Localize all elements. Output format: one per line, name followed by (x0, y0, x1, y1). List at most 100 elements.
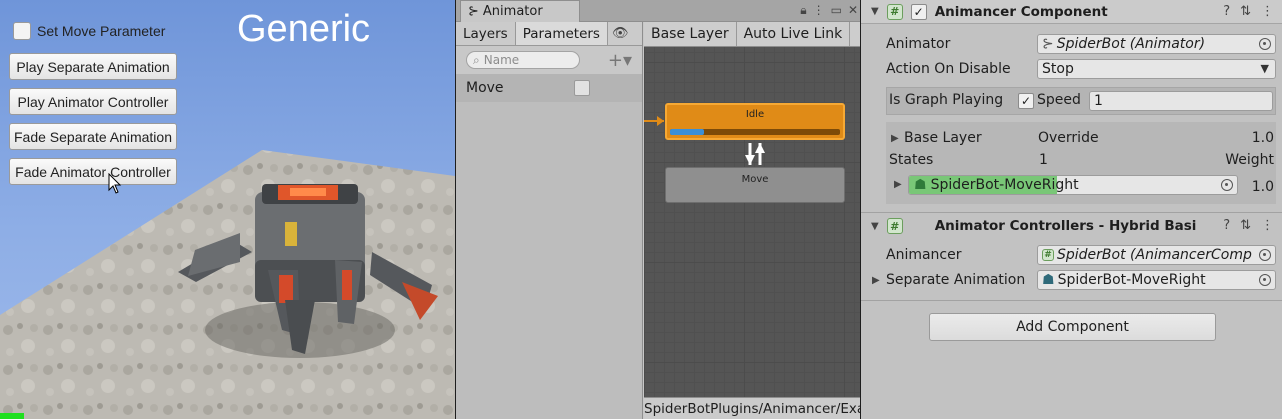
speed-label: Speed (1037, 92, 1081, 108)
search-placeholder: Name (483, 53, 520, 67)
base-layer-breadcrumb[interactable]: Base Layer (644, 22, 737, 46)
speed-field[interactable]: 1 (1089, 91, 1273, 111)
animator-object-field[interactable]: ⊱ SpiderBot (Animator) (1037, 34, 1276, 54)
is-graph-playing-checkbox[interactable]: ✓ (1018, 93, 1034, 109)
component-enabled-checkbox[interactable]: ✓ (910, 3, 927, 20)
state-move-label: Move (741, 174, 769, 185)
lock-icon[interactable]: 🔒︎ (800, 3, 806, 18)
context-menu-icon[interactable]: ⋮ (1261, 218, 1274, 233)
animation-clip-icon: ☗ (1042, 272, 1055, 288)
component-divider (861, 212, 1282, 213)
animator-icon: ⊱ (1042, 36, 1054, 52)
foldout-collapsed-icon[interactable]: ▶ (891, 133, 899, 144)
state-graph-panel: Base Layer Auto Live Link Idle Move Spid… (644, 22, 860, 419)
separate-animation-value: SpiderBot-MoveRight (1057, 272, 1206, 288)
hybrid-basics-component-header[interactable]: ▼ # Animator Controllers - Hybrid Basi ?… (861, 214, 1282, 238)
action-on-disable-label: Action On Disable (886, 61, 1011, 77)
parameter-search-input[interactable]: ⌕ Name (466, 51, 580, 69)
animator-window: ⊱ Animator 🔒︎ ⋮ ▭ ✕ Layers Parameters 👁︎… (455, 0, 860, 419)
preset-icon[interactable]: ⇅ (1240, 4, 1251, 19)
animator-tabbar: ⊱ Animator 🔒︎ ⋮ ▭ ✕ (456, 0, 860, 22)
base-layer-label: Base Layer (904, 130, 982, 146)
component-header-icons: ? ⇅ ⋮ (1223, 4, 1274, 19)
entry-arrow-icon (657, 116, 664, 126)
foldout-collapsed-icon[interactable]: ▶ (872, 275, 880, 286)
state-node-move[interactable]: Move (665, 167, 845, 203)
animancer-component-title: Animancer Component (934, 3, 1108, 20)
base-layer-row[interactable]: ▶ Base Layer Override 1.0 (861, 127, 1282, 149)
animancer-property: Animancer # SpiderBot (AnimancerComp (861, 244, 1282, 266)
parameter-row[interactable]: Move (456, 74, 642, 102)
speed-value: 1 (1094, 93, 1103, 109)
animator-icon: ⊱ (468, 4, 479, 19)
maximize-icon[interactable]: ▭ (831, 3, 842, 18)
help-icon[interactable]: ? (1223, 218, 1230, 233)
component-divider (861, 300, 1282, 301)
mouse-cursor-icon (108, 173, 122, 194)
state-node-idle[interactable]: Idle (665, 103, 845, 140)
set-move-parameter-checkbox[interactable] (13, 22, 31, 40)
parameters-panel: Layers Parameters 👁︎ ⌕ Name +▾ Move (456, 22, 643, 419)
tab-layers[interactable]: Layers (456, 22, 516, 45)
state-foldout-icon[interactable]: ▶ (894, 179, 902, 190)
foldout-expanded-icon[interactable]: ▼ (871, 6, 879, 17)
state-weight: 1.0 (1251, 179, 1274, 195)
action-on-disable-dropdown[interactable]: Stop ▼ (1037, 59, 1276, 79)
parameter-bool-checkbox[interactable] (574, 80, 590, 96)
animation-state-content: ☗ SpiderBot-MoveRight (914, 177, 1079, 193)
animator-label: Animator (886, 36, 951, 52)
animancer-component-header[interactable]: ▼ # ✓ Animancer Component ? ⇅ ⋮ (861, 0, 1282, 24)
help-icon[interactable]: ? (1223, 4, 1230, 19)
object-picker-icon[interactable] (1259, 249, 1271, 261)
object-picker-icon[interactable] (1259, 38, 1271, 50)
separate-animation-object-field[interactable]: ☗ SpiderBot-MoveRight (1037, 270, 1276, 290)
animator-tab[interactable]: ⊱ Animator (460, 0, 580, 22)
add-parameter-icon[interactable]: +▾ (608, 50, 632, 71)
preset-icon[interactable]: ⇅ (1240, 218, 1251, 233)
animancer-label: Animancer (886, 247, 962, 263)
parameter-name: Move (466, 80, 504, 96)
animancer-object-field[interactable]: # SpiderBot (AnimancerComp (1037, 245, 1276, 265)
foldout-expanded-icon[interactable]: ▼ (871, 221, 879, 232)
search-icon: ⌕ (473, 52, 480, 67)
context-menu-icon[interactable]: ⋮ (1261, 4, 1274, 19)
close-icon[interactable]: ✕ (848, 3, 858, 18)
separate-animation-label: Separate Animation (886, 272, 1026, 288)
object-picker-icon[interactable] (1221, 179, 1233, 191)
is-graph-playing-label: Is Graph Playing (889, 92, 1004, 108)
eye-icon[interactable]: 👁︎ (608, 22, 633, 45)
inspector-panel: ▼ # ✓ Animancer Component ? ⇅ ⋮ Animator… (860, 0, 1282, 419)
layer-mode: Override (1038, 130, 1099, 146)
animation-clip-icon: ☗ (914, 177, 927, 193)
state-idle-label: Idle (745, 109, 765, 120)
state-machine-canvas[interactable]: Idle Move (644, 47, 860, 397)
component-header-icons: ? ⇅ ⋮ (1223, 218, 1274, 233)
action-on-disable-property: Action On Disable Stop ▼ (861, 58, 1282, 80)
set-move-parameter-toggle[interactable]: Set Move Parameter (13, 22, 165, 40)
animator-tab-label: Animator (482, 4, 543, 19)
set-move-parameter-label: Set Move Parameter (37, 23, 166, 39)
scene-title: Generic (237, 8, 371, 50)
play-animator-controller-button[interactable]: Play Animator Controller (9, 88, 177, 115)
layer-weight: 1.0 (1251, 130, 1274, 146)
states-count: 1 (1039, 152, 1048, 168)
play-separate-animation-button[interactable]: Play Separate Animation (9, 53, 177, 80)
menu-icon[interactable]: ⋮ (813, 3, 825, 18)
script-icon: # (1042, 249, 1054, 261)
auto-live-link-toggle[interactable]: Auto Live Link (737, 22, 851, 46)
states-row: States 1 Weight (861, 149, 1282, 171)
parameter-search-row: ⌕ Name +▾ (456, 46, 642, 74)
tab-parameters[interactable]: Parameters (515, 22, 608, 45)
game-view: Generic Set Move Parameter Play Separate… (0, 0, 455, 419)
animation-state-field[interactable]: ☗ SpiderBot-MoveRight (908, 175, 1238, 195)
add-component-button[interactable]: Add Component (929, 313, 1216, 341)
script-icon: # (886, 218, 903, 234)
object-picker-icon[interactable] (1259, 274, 1271, 286)
idle-progress-bar (670, 129, 840, 135)
animancer-value: SpiderBot (AnimancerComp (1057, 247, 1252, 263)
script-icon: # (886, 3, 903, 20)
fade-separate-animation-button[interactable]: Fade Separate Animation (9, 123, 177, 150)
chevron-down-icon: ▼ (1260, 62, 1269, 75)
fade-animator-controller-button[interactable]: Fade Animator Controller (9, 158, 177, 185)
weight-label: Weight (1225, 152, 1274, 168)
